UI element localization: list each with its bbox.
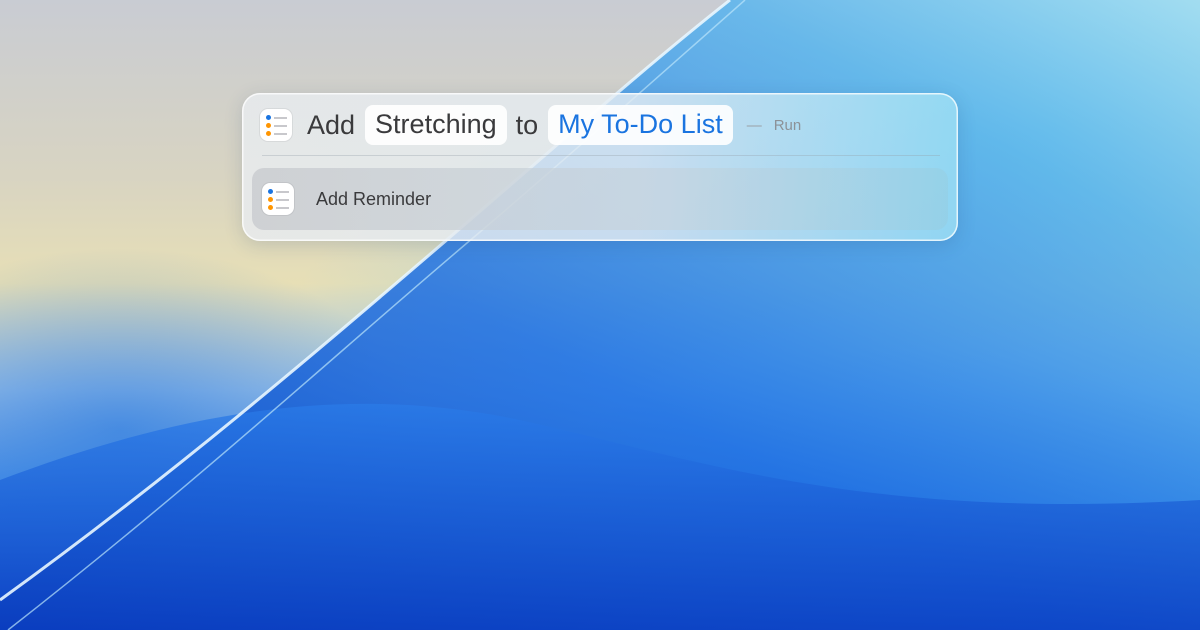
- query-verb: Add: [307, 109, 356, 140]
- list-token[interactable]: My To-Do List: [548, 105, 733, 145]
- item-token[interactable]: Stretching: [365, 105, 507, 145]
- result-item-add-reminder[interactable]: Add Reminder: [252, 168, 948, 230]
- query-preposition: to: [515, 109, 539, 140]
- reminders-icon: [262, 183, 294, 215]
- divider: [262, 155, 940, 156]
- reminders-icon: [260, 109, 292, 141]
- shortcut-palette: Add Stretching to My To-Do List — Run Ad…: [242, 93, 958, 241]
- separator-dash: —: [746, 116, 762, 134]
- query-row[interactable]: Add Stretching to My To-Do List — Run: [260, 103, 940, 147]
- result-label: Add Reminder: [316, 188, 432, 209]
- run-hint[interactable]: Run: [774, 117, 802, 134]
